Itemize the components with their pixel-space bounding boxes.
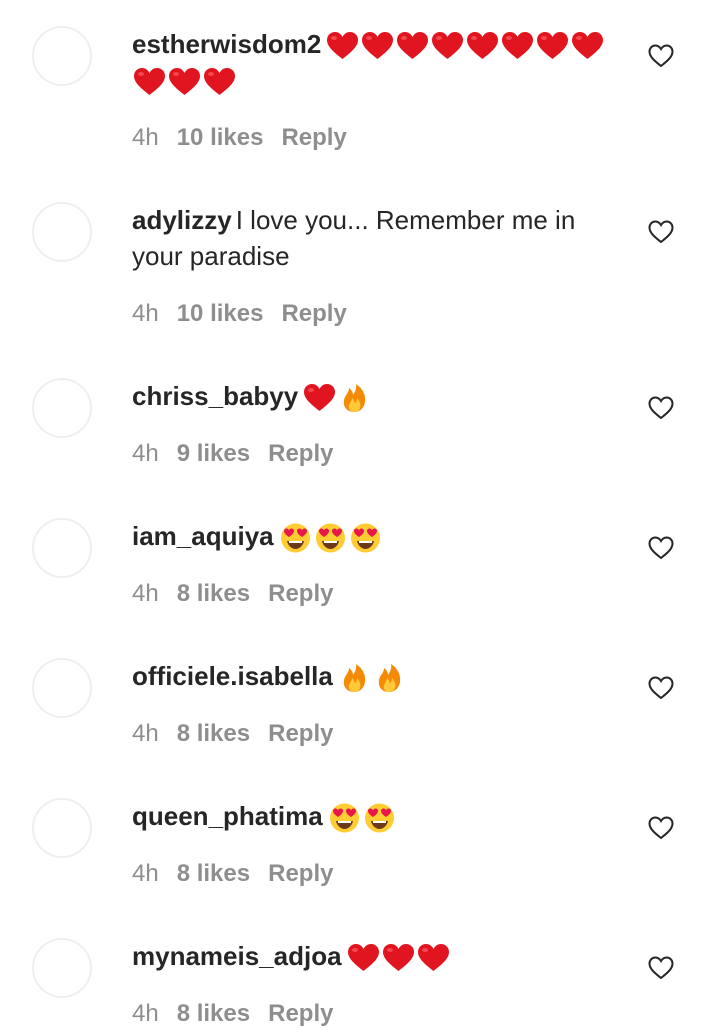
red-heart-emoji <box>500 30 535 62</box>
comment-text: iam_aquiya <box>132 518 622 554</box>
comment-text: chriss_babyy <box>132 378 622 414</box>
comment-username[interactable]: queen_phatima <box>132 801 323 831</box>
comment-text: mynameis_adjoa <box>132 938 622 974</box>
likes-count-button[interactable]: 8 likes <box>177 580 250 607</box>
likes-count-button[interactable]: 8 likes <box>177 720 250 747</box>
avatar[interactable] <box>32 938 92 998</box>
likes-count-button[interactable]: 8 likes <box>177 1000 250 1027</box>
red-heart-emoji <box>302 382 337 414</box>
reply-button[interactable]: Reply <box>268 860 333 887</box>
comment-username[interactable]: adylizzy <box>132 205 232 235</box>
reply-button[interactable]: Reply <box>281 300 346 327</box>
avatar[interactable] <box>32 518 92 578</box>
comment-meta: 4h 8 likes Reply <box>132 1000 351 1028</box>
heart-eyes-emoji <box>327 802 362 834</box>
red-heart-emoji <box>202 66 237 98</box>
comment-username[interactable]: estherwisdom2 <box>132 29 321 59</box>
comment-text: officiele.isabella <box>132 658 622 694</box>
heart-outline-icon[interactable] <box>648 536 674 560</box>
heart-eyes-emoji <box>348 522 383 554</box>
red-heart-emoji <box>416 942 451 974</box>
red-heart-emoji <box>360 30 395 62</box>
red-heart-emoji <box>395 30 430 62</box>
red-heart-emoji <box>167 66 202 98</box>
red-heart-emoji <box>430 30 465 62</box>
heart-outline-icon[interactable] <box>648 676 674 700</box>
comment-text: adylizzy I love you... Remember me in you… <box>132 202 622 274</box>
heart-outline-icon[interactable] <box>648 396 674 420</box>
reply-button[interactable]: Reply <box>268 1000 333 1027</box>
reply-button[interactable]: Reply <box>268 720 333 747</box>
likes-count-button[interactable]: 10 likes <box>177 124 264 151</box>
avatar[interactable] <box>32 26 92 86</box>
fire-emoji <box>337 382 372 414</box>
red-heart-emoji <box>535 30 570 62</box>
heart-outline-icon[interactable] <box>648 44 674 68</box>
red-heart-emoji <box>346 942 381 974</box>
fire-emoji <box>337 662 372 694</box>
red-heart-emoji <box>465 30 500 62</box>
comment-text: queen_phatima <box>132 798 622 834</box>
red-heart-emoji <box>325 30 360 62</box>
comment-time: 4h <box>132 580 159 607</box>
comment-time: 4h <box>132 124 159 151</box>
comment-meta: 4h 8 likes Reply <box>132 860 351 888</box>
comment-time: 4h <box>132 860 159 887</box>
comment-meta: 4h 10 likes Reply <box>132 124 365 152</box>
reply-button[interactable]: Reply <box>281 124 346 151</box>
comment-username[interactable]: iam_aquiya <box>132 521 274 551</box>
comment-time: 4h <box>132 720 159 747</box>
comment-meta: 4h 10 likes Reply <box>132 300 365 328</box>
red-heart-emoji <box>381 942 416 974</box>
avatar[interactable] <box>32 798 92 858</box>
fire-emoji <box>372 662 407 694</box>
avatar[interactable] <box>32 202 92 262</box>
likes-count-button[interactable]: 10 likes <box>177 300 264 327</box>
heart-outline-icon[interactable] <box>648 816 674 840</box>
comment-text: estherwisdom2 <box>132 26 622 98</box>
heart-outline-icon[interactable] <box>648 956 674 980</box>
comment-username[interactable]: chriss_babyy <box>132 381 298 411</box>
avatar[interactable] <box>32 378 92 438</box>
comment-time: 4h <box>132 1000 159 1027</box>
comment-time: 4h <box>132 300 159 327</box>
comment-meta: 4h 8 likes Reply <box>132 580 351 608</box>
avatar[interactable] <box>32 658 92 718</box>
reply-button[interactable]: Reply <box>268 580 333 607</box>
comment-username[interactable]: mynameis_adjoa <box>132 941 342 971</box>
heart-eyes-emoji <box>313 522 348 554</box>
comment-username[interactable]: officiele.isabella <box>132 661 333 691</box>
comment-meta: 4h 9 likes Reply <box>132 440 351 468</box>
reply-button[interactable]: Reply <box>268 440 333 467</box>
heart-outline-icon[interactable] <box>648 220 674 244</box>
heart-eyes-emoji <box>278 522 313 554</box>
comment-time: 4h <box>132 440 159 467</box>
likes-count-button[interactable]: 8 likes <box>177 860 250 887</box>
comment-meta: 4h 8 likes Reply <box>132 720 351 748</box>
heart-eyes-emoji <box>362 802 397 834</box>
red-heart-emoji <box>570 30 605 62</box>
likes-count-button[interactable]: 9 likes <box>177 440 250 467</box>
red-heart-emoji <box>132 66 167 98</box>
